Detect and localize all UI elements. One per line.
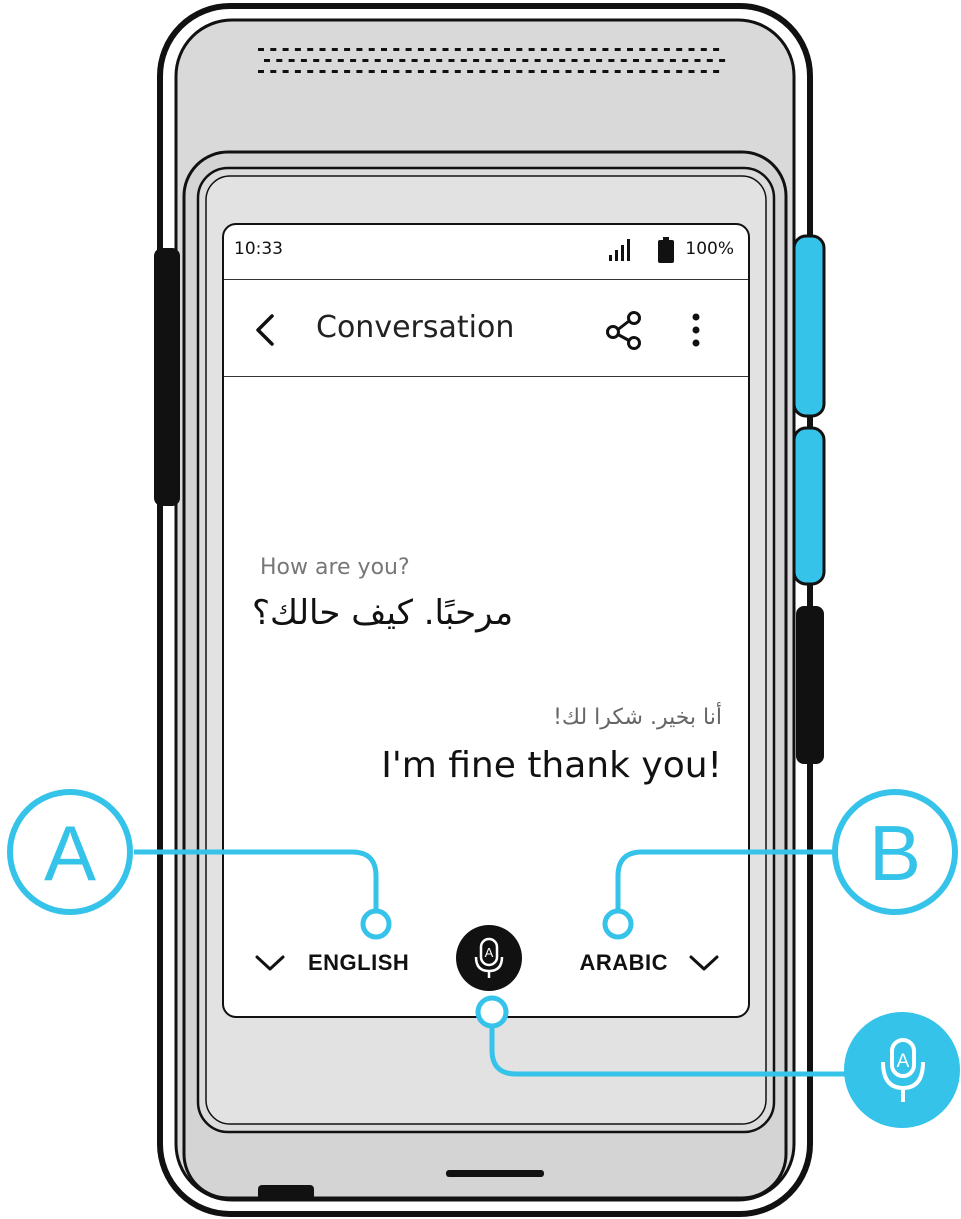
callout-overlay: A B A: [7, 789, 960, 1128]
callout-mic: A: [475, 995, 960, 1128]
callout-a: A: [7, 789, 392, 940]
callout-b: B: [602, 789, 958, 940]
mic-callout-letter: A: [897, 1051, 910, 1072]
callout-b-label: B: [869, 809, 921, 897]
callout-a-label: A: [44, 809, 96, 897]
